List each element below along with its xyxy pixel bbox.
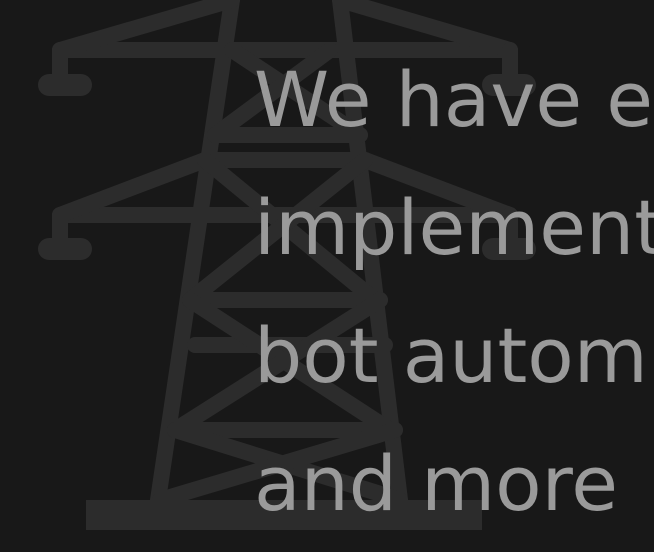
- headline-line-1: We have e: [254, 55, 653, 144]
- hero-section: We have e implement bot autom and more: [0, 0, 654, 552]
- headline-line-3: bot autom: [254, 311, 648, 400]
- headline-line-2: implement: [254, 183, 654, 272]
- headline-line-4: and more: [254, 439, 619, 528]
- headline: We have e implement bot autom and more: [254, 36, 654, 548]
